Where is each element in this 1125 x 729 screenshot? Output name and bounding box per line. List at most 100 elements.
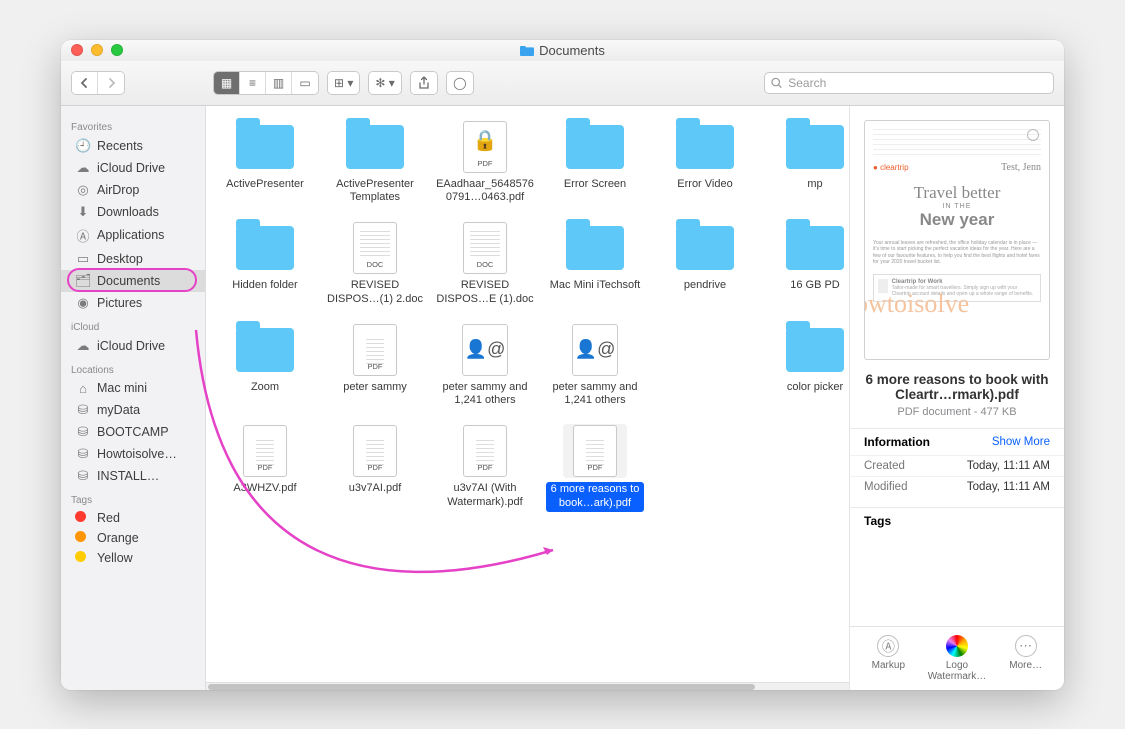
modified-value: Today, 11:11 AM [967, 481, 1050, 493]
file-item[interactable]: PDFu3v7AI (With Watermark).pdf [436, 424, 534, 512]
folder-icon [786, 125, 844, 169]
file-label: Hidden folder [232, 279, 297, 293]
group-by-button[interactable]: ⊞ ▾ [327, 71, 360, 95]
view-columns-button[interactable]: ▥ [266, 72, 292, 94]
maximize-button[interactable] [111, 44, 123, 56]
tags-button[interactable]: ◯ [446, 71, 474, 95]
sidebar-item-label: Howtoisolve… [97, 447, 177, 461]
file-item[interactable]: 👤@peter sammy and 1,241 others [546, 323, 644, 409]
horizontal-scrollbar[interactable] [206, 682, 849, 690]
file-label: peter sammy and 1,241 others [436, 381, 534, 409]
close-button[interactable] [71, 44, 83, 56]
sidebar-item-icon: Ⓐ [75, 226, 91, 245]
sidebar-item-red[interactable]: Red [61, 508, 205, 528]
sidebar-item-icon: ⛁ [75, 402, 91, 418]
file-item[interactable]: PDFpeter sammy [326, 323, 424, 409]
sidebar-item-documents[interactable]: 🗂 Documents [61, 270, 205, 292]
file-label: A3WHZV.pdf [233, 482, 296, 496]
file-item[interactable]: Error Screen [546, 120, 644, 206]
sidebar-item-icloud-drive[interactable]: ☁︎ iCloud Drive [61, 335, 205, 357]
sidebar-item-airdrop[interactable]: ◎AirDrop [61, 179, 205, 201]
preview-pane: ● cleartrip Test, Jenn Travel better IN … [849, 106, 1064, 690]
file-label: 6 more reasons to book…ark).pdf [546, 482, 644, 512]
modified-label: Modified [864, 481, 907, 493]
share-button[interactable] [410, 71, 438, 95]
sidebar-item-icon: ⛁ [75, 424, 91, 440]
file-item[interactable]: ActivePresenter [216, 120, 314, 206]
tag-dot-icon [75, 531, 91, 545]
sidebar-item-label: Pictures [97, 296, 142, 310]
back-button[interactable] [72, 72, 98, 94]
chevron-right-icon [107, 78, 116, 88]
sidebar-item-desktop[interactable]: ▭Desktop [61, 248, 205, 270]
action-menu-button[interactable]: ✻ ▾ [368, 71, 401, 95]
file-item[interactable]: pendrive [656, 221, 754, 307]
sidebar-item-applications[interactable]: Ⓐ Applications [61, 223, 205, 248]
sidebar-item-howtoisolve-[interactable]: ⛁ Howtoisolve… [61, 443, 205, 465]
view-list-button[interactable]: ≡ [240, 72, 266, 94]
file-item[interactable]: DOCREVISED DISPOS…(1) 2.doc [326, 221, 424, 307]
sidebar-item-icon: ⛁ [75, 446, 91, 462]
file-item[interactable]: PDFA3WHZV.pdf [216, 424, 314, 512]
sidebar-item-label: Yellow [97, 551, 133, 565]
sidebar-item-label: Mac mini [97, 381, 147, 395]
file-label: peter sammy and 1,241 others [546, 381, 644, 409]
sidebar-item-bootcamp[interactable]: ⛁ BOOTCAMP [61, 421, 205, 443]
sidebar-item-icon: ☁︎ [75, 338, 91, 354]
search-field[interactable] [764, 72, 1054, 94]
sidebar-item-label: Documents [97, 274, 160, 288]
sidebar-item-icloud-drive[interactable]: ☁︎iCloud Drive [61, 157, 205, 179]
created-label: Created [864, 460, 905, 472]
sidebar-item-icon: 🗂 [75, 273, 91, 289]
sidebar-item-label: BOOTCAMP [97, 425, 169, 439]
file-item[interactable]: color picker [766, 323, 849, 409]
sidebar-item-label: Applications [97, 228, 164, 242]
search-input[interactable] [788, 76, 1047, 90]
file-item[interactable]: Hidden folder [216, 221, 314, 307]
sidebar-section-label: iCloud [61, 314, 205, 335]
file-label: ActivePresenter Templates [326, 178, 424, 206]
file-item[interactable]: mp [766, 120, 849, 206]
forward-button[interactable] [98, 72, 124, 94]
sidebar-item-label: Red [97, 511, 120, 525]
pdf-icon: PDF [463, 425, 507, 477]
sidebar-item-label: iCloud Drive [97, 339, 165, 353]
pdf-icon: PDF [353, 324, 397, 376]
sidebar-item-install-[interactable]: ⛁INSTALL… [61, 465, 205, 487]
view-icons-button[interactable]: ▦ [214, 72, 240, 94]
sidebar-item-recents[interactable]: 🕘Recents [61, 135, 205, 157]
more-action[interactable]: ⋯ More… [991, 635, 1060, 682]
file-item[interactable]: 👤@peter sammy and 1,241 others [436, 323, 534, 409]
sidebar: Favorites🕘Recents☁︎iCloud Drive◎AirDrop⬇… [61, 106, 206, 690]
file-item[interactable]: Zoom [216, 323, 314, 409]
file-item[interactable]: Error Video [656, 120, 754, 206]
sidebar-item-downloads[interactable]: ⬇︎Downloads [61, 201, 205, 223]
file-item[interactable]: DOCREVISED DISPOS…E (1).doc [436, 221, 534, 307]
sidebar-item-yellow[interactable]: Yellow [61, 548, 205, 568]
sidebar-item-label: Recents [97, 139, 143, 153]
logo-label: Logo Watermark… [923, 660, 992, 682]
sidebar-item-orange[interactable]: Orange [61, 528, 205, 548]
sidebar-section-label: Favorites [61, 114, 205, 135]
show-more-link[interactable]: Show More [992, 436, 1050, 448]
tag-dot-icon [75, 511, 91, 525]
preview-brand: cleartrip [880, 163, 908, 172]
file-item[interactable]: 🔒PDFEAadhaar_56485760791…0463.pdf [436, 120, 534, 206]
file-item[interactable]: PDF6 more reasons to book…ark).pdf [546, 424, 644, 512]
file-item[interactable]: PDFu3v7AI.pdf [326, 424, 424, 512]
markup-action[interactable]: Ⓐ Markup [854, 635, 923, 682]
file-label: color picker [787, 381, 843, 395]
file-item[interactable]: ActivePresenter Templates [326, 120, 424, 206]
folder-icon [566, 125, 624, 169]
logo-watermark-action[interactable]: Logo Watermark… [923, 635, 992, 682]
view-gallery-button[interactable]: ▭ [292, 72, 318, 94]
file-item[interactable]: 16 GB PD [766, 221, 849, 307]
sidebar-item-mac-mini[interactable]: ⌂Mac mini [61, 378, 205, 399]
sidebar-item-icon: ⬇︎ [75, 204, 91, 220]
file-label: Error Screen [564, 178, 626, 192]
sidebar-item-mydata[interactable]: ⛁myData [61, 399, 205, 421]
sidebar-item-pictures[interactable]: ◉Pictures [61, 292, 205, 314]
minimize-button[interactable] [91, 44, 103, 56]
preview-thumbnail[interactable]: ● cleartrip Test, Jenn Travel better IN … [864, 120, 1050, 360]
file-item[interactable]: Mac Mini iTechsoft [546, 221, 644, 307]
